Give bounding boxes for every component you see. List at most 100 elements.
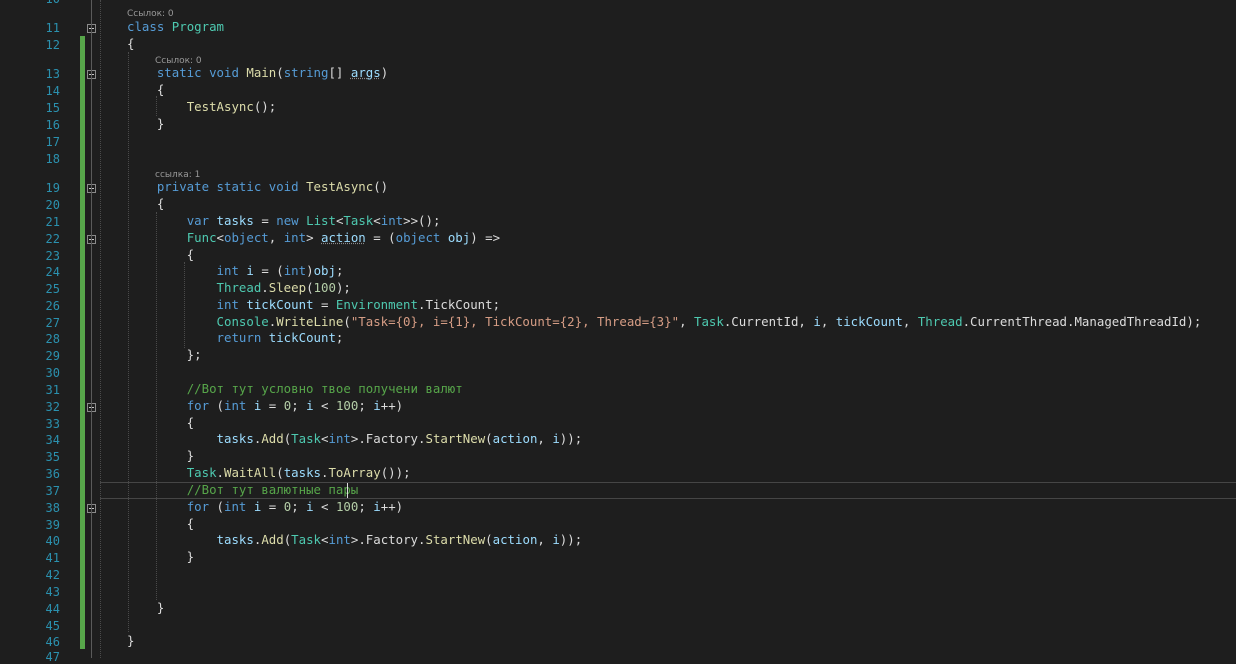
code-line[interactable]: tasks.Add(Task<int>.Factory.StartNew(act… [127, 431, 583, 446]
code-token: i [306, 499, 314, 514]
code-token: void [268, 179, 299, 194]
code-line[interactable]: } [127, 449, 194, 463]
code-token: < [313, 398, 336, 413]
line-number: 47 [45, 650, 60, 664]
line-number: 13 [45, 67, 60, 81]
code-token: int [224, 398, 247, 413]
line-number: 19 [45, 181, 60, 195]
code-line[interactable]: for (int i = 0; i < 100; i++) [127, 500, 403, 514]
code-token: , [537, 532, 553, 547]
line-number: 23 [45, 249, 60, 263]
code-line[interactable]: { [127, 248, 194, 262]
code-line[interactable]: Func<object, int> action = (object obj) … [127, 231, 500, 245]
code-token: int [216, 297, 239, 312]
code-line[interactable]: { [127, 197, 164, 211]
line-number: 46 [45, 635, 60, 649]
code-token: , [537, 431, 553, 446]
line-number: 28 [45, 332, 60, 346]
code-line[interactable]: } [127, 601, 164, 615]
code-line[interactable]: { [127, 83, 164, 97]
code-line[interactable]: //Вот тут валютные пары [127, 482, 359, 497]
code-token: )); [559, 532, 583, 547]
code-token: Task [693, 314, 724, 329]
line-number: 20 [45, 198, 60, 212]
code-token: Func [186, 230, 217, 245]
code-line[interactable]: } [127, 634, 134, 648]
line-number: 35 [45, 450, 60, 464]
code-line[interactable]: return tickCount; [127, 330, 344, 345]
code-line[interactable]: }; [127, 348, 202, 362]
code-line[interactable]: Thread.Sleep(100); [127, 281, 351, 295]
code-token: ( [209, 499, 224, 514]
line-number: 18 [45, 152, 60, 166]
code-line[interactable]: tasks.Add(Task<int>.Factory.StartNew(act… [127, 532, 583, 547]
code-line[interactable]: } [127, 550, 194, 564]
code-token: object [395, 230, 441, 245]
code-token: i [373, 398, 381, 413]
code-line[interactable]: } [127, 117, 164, 131]
code-token: for [186, 499, 210, 514]
code-token: } [127, 116, 165, 131]
code-line[interactable]: Task.WaitAll(tasks.ToArray()); [127, 466, 411, 480]
code-line[interactable]: private static void TestAsync() [127, 180, 388, 194]
code-token: , [902, 314, 918, 329]
code-token: } [127, 600, 165, 615]
code-token: { [127, 247, 195, 262]
code-token: Task [186, 465, 217, 480]
code-line[interactable]: static void Main(string[] args) [127, 66, 388, 80]
codelens-class-references[interactable]: Ссылок: 0 [127, 9, 174, 19]
code-token: obj [447, 230, 471, 245]
code-line[interactable]: TestAsync(); [127, 99, 277, 114]
code-line[interactable]: //Вот тут условно твое получени валют [127, 382, 463, 396]
code-token: = [261, 398, 284, 413]
code-token: action [492, 431, 538, 446]
code-token: i [813, 314, 821, 329]
code-token: var [186, 213, 210, 228]
code-line[interactable]: int tickCount = Environment.TickCount; [127, 297, 501, 312]
code-token: List [306, 213, 336, 228]
code-token: static [216, 179, 262, 194]
outline-line [91, 0, 92, 658]
code-line[interactable]: class Program [127, 20, 224, 34]
line-number: 45 [45, 619, 60, 633]
line-number: 24 [45, 265, 60, 279]
code-token: Thread [917, 314, 963, 329]
code-editor[interactable]: 11 12 13 14 15 16 17 18 19 20 21 22 23 24 25 26 27 28 29 30… [0, 0, 1236, 664]
code-token: ; [335, 330, 344, 345]
code-token: object [224, 230, 269, 245]
code-token: Program [171, 19, 224, 34]
line-number: 34 [45, 433, 60, 447]
code-line[interactable]: Console.WriteLine("Task={0}, i={1}, Tick… [127, 314, 1202, 329]
code-line[interactable]: { [127, 517, 194, 531]
code-line[interactable]: { [127, 416, 194, 430]
code-line[interactable]: var tasks = new List<Task<int>>(); [127, 213, 441, 228]
code-token: ToArray [328, 465, 381, 480]
code-token: ; [291, 398, 307, 413]
code-token: obj [313, 263, 336, 278]
code-line[interactable]: for (int i = 0; i < 100; i++) [127, 399, 403, 413]
code-token: i [246, 263, 254, 278]
code-token: tasks [216, 431, 254, 446]
code-token: action [492, 532, 538, 547]
line-number: 14 [45, 84, 60, 98]
text-caret [347, 483, 348, 498]
code-token: new [276, 213, 299, 228]
code-token: >.Factory. [350, 532, 426, 547]
code-token: for [186, 398, 210, 413]
code-token: int [283, 263, 307, 278]
code-line[interactable]: int i = (int)obj; [127, 263, 344, 278]
code-token: ; [335, 263, 344, 278]
code-line[interactable]: { [127, 37, 134, 51]
code-token: < [313, 499, 336, 514]
code-token: i [373, 499, 381, 514]
code-token: > [306, 230, 321, 245]
code-token: Task [291, 532, 322, 547]
